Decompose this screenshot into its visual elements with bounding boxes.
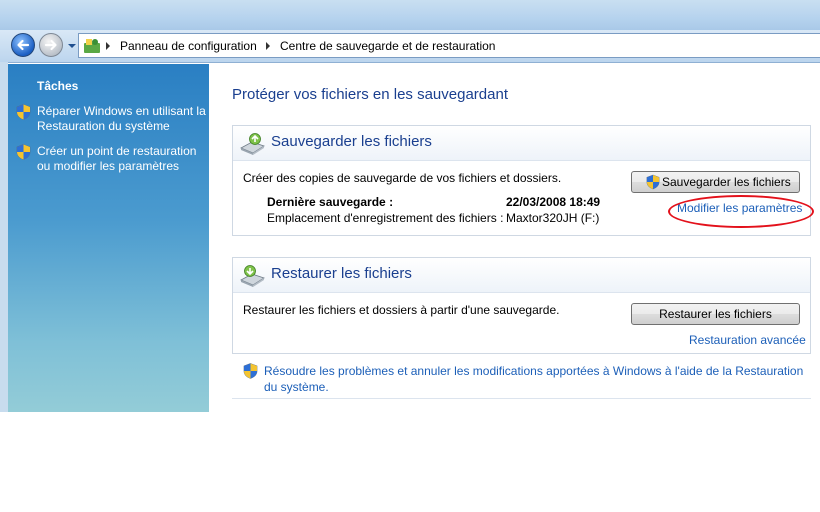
breadcrumb-backup-center[interactable]: Centre de sauvegarde et de restauration bbox=[280, 39, 495, 53]
forward-button[interactable] bbox=[39, 33, 63, 57]
back-arrow-icon bbox=[17, 39, 30, 51]
forward-arrow-icon bbox=[44, 39, 57, 51]
advanced-restore-link[interactable]: Restauration avancée bbox=[689, 333, 806, 347]
uac-shield-icon bbox=[243, 363, 258, 379]
uac-shield-icon bbox=[646, 174, 660, 190]
uac-shield-icon bbox=[16, 144, 31, 160]
restore-heading: Restaurer les fichiers bbox=[271, 265, 412, 282]
breadcrumb-control-panel[interactable]: Panneau de configuration bbox=[120, 39, 257, 53]
control-panel-icon bbox=[84, 39, 100, 53]
restore-panel-header: Restaurer les fichiers bbox=[233, 258, 810, 293]
backup-location-value: Maxtor320JH (F:) bbox=[506, 211, 600, 225]
task-repair-windows[interactable]: Réparer Windows en utilisant la Restaura… bbox=[16, 104, 206, 136]
task-create-restore-point[interactable]: Créer un point de restauration ou modifi… bbox=[16, 144, 206, 176]
address-bar[interactable]: Panneau de configuration Centre de sauve… bbox=[78, 33, 820, 58]
breadcrumb-separator-icon[interactable] bbox=[106, 42, 110, 50]
last-backup-value: 22/03/2008 18:49 bbox=[506, 195, 601, 209]
back-button[interactable] bbox=[11, 33, 35, 57]
history-dropdown-icon[interactable] bbox=[67, 41, 77, 51]
system-restore-link[interactable]: Résoudre les problèmes et annuler les mo… bbox=[264, 363, 804, 395]
backup-files-button-label[interactable]: Sauvegarder les fichiers bbox=[662, 172, 791, 192]
backup-heading: Sauvegarder les fichiers bbox=[271, 133, 432, 150]
backup-description: Créer des copies de sauvegarde de vos fi… bbox=[243, 171, 562, 185]
task-pane: Tâches Réparer Windows en utilisant la R… bbox=[8, 64, 209, 412]
task-repair-windows-label[interactable]: Réparer Windows en utilisant la Restaura… bbox=[37, 104, 209, 134]
highlight-ellipse bbox=[668, 195, 814, 228]
restore-files-button[interactable]: Restaurer les fichiers bbox=[631, 303, 800, 325]
breadcrumb-separator-icon[interactable] bbox=[266, 42, 270, 50]
last-backup-label: Dernière sauvegarde : bbox=[267, 195, 394, 209]
task-pane-title: Tâches bbox=[37, 79, 79, 93]
backup-location-label: Emplacement d'enregistrement des fichier… bbox=[267, 211, 504, 225]
restore-drive-icon bbox=[240, 265, 265, 287]
page-title: Protéger vos fichiers en les sauvegardan… bbox=[232, 86, 508, 103]
backup-drive-icon bbox=[240, 133, 265, 155]
restore-files-button-label[interactable]: Restaurer les fichiers bbox=[659, 307, 772, 321]
restore-description: Restaurer les fichiers et dossiers à par… bbox=[243, 303, 560, 317]
window-frame-left bbox=[0, 62, 8, 412]
backup-panel-header: Sauvegarder les fichiers bbox=[233, 126, 810, 161]
window-title-strip bbox=[0, 0, 820, 30]
uac-shield-icon bbox=[16, 104, 31, 120]
task-create-restore-point-label[interactable]: Créer un point de restauration ou modifi… bbox=[37, 144, 209, 174]
backup-files-button[interactable]: Sauvegarder les fichiers bbox=[631, 171, 800, 193]
navigation-bar: Panneau de configuration Centre de sauve… bbox=[0, 30, 820, 63]
divider bbox=[232, 398, 811, 399]
